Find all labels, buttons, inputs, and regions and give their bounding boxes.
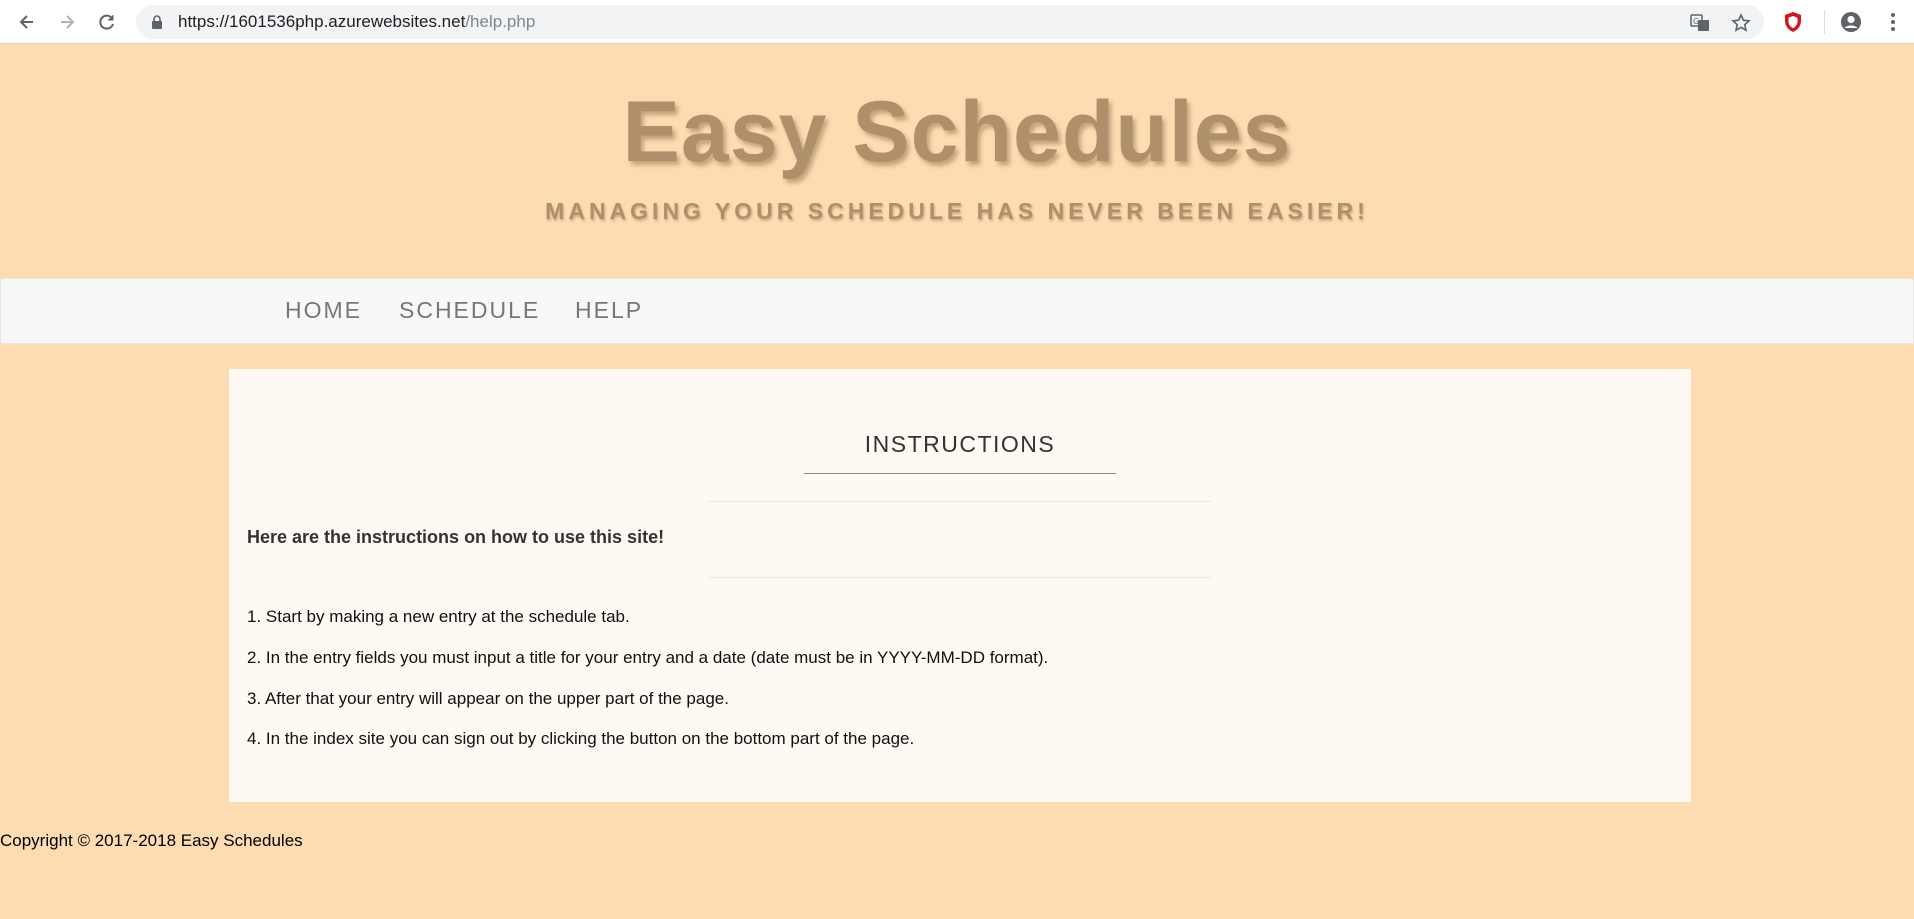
nav-home-link[interactable]: HOME	[285, 297, 362, 324]
instruction-step-1: 1. Start by making a new entry at the sc…	[247, 607, 630, 626]
intro-text: Here are the instructions on how to use …	[247, 527, 665, 547]
back-arrow-icon	[19, 15, 33, 29]
site-subtitle: MANAGING YOUR SCHEDULE HAS NEVER BEEN EA…	[545, 198, 1369, 224]
site-title: Easy Schedules	[622, 84, 1292, 180]
divider-top	[708, 501, 1211, 502]
toolbar-divider	[1824, 10, 1825, 34]
nav-help-link[interactable]: HELP	[575, 297, 643, 324]
reload-button[interactable]	[93, 8, 121, 36]
more-menu-icon[interactable]	[1882, 11, 1904, 33]
shield-extension-icon[interactable]	[1782, 11, 1804, 33]
forward-arrow-icon	[61, 15, 75, 29]
instructions-heading: INSTRUCTIONS	[864, 431, 1056, 457]
translate-icon[interactable]: G	[1690, 13, 1710, 33]
browser-toolbar: https://1601536php.azurewebsites.net/hel…	[0, 0, 1914, 44]
main-navbar: HOME SCHEDULE HELP	[0, 278, 1914, 344]
profile-avatar-icon[interactable]	[1840, 11, 1862, 33]
instruction-step-3: 3. After that your entry will appear on …	[247, 689, 729, 708]
instruction-step-4: 4. In the index site you can sign out by…	[247, 729, 915, 748]
instructions-panel: INSTRUCTIONS Here are the instructions o…	[229, 369, 1691, 802]
nav-schedule-link[interactable]: SCHEDULE	[399, 297, 540, 324]
forward-button[interactable]	[53, 8, 81, 36]
svg-text:G: G	[1693, 17, 1699, 26]
address-bar[interactable]: https://1601536php.azurewebsites.net/hel…	[136, 5, 1764, 39]
bookmark-star-icon[interactable]	[1731, 13, 1751, 33]
url-text: https://1601536php.azurewebsites.net/hel…	[178, 12, 535, 32]
lock-icon	[152, 15, 162, 29]
reload-icon	[99, 14, 114, 30]
back-button[interactable]	[13, 8, 41, 36]
url-path: /help.php	[465, 12, 536, 31]
footer-copyright: Copyright © 2017-2018 Easy Schedules	[0, 831, 303, 850]
url-host: https://1601536php.azurewebsites.net	[178, 12, 466, 31]
instruction-step-2: 2. In the entry fields you must input a …	[247, 648, 1049, 667]
divider-bottom	[708, 577, 1211, 578]
heading-underline	[804, 473, 1116, 474]
